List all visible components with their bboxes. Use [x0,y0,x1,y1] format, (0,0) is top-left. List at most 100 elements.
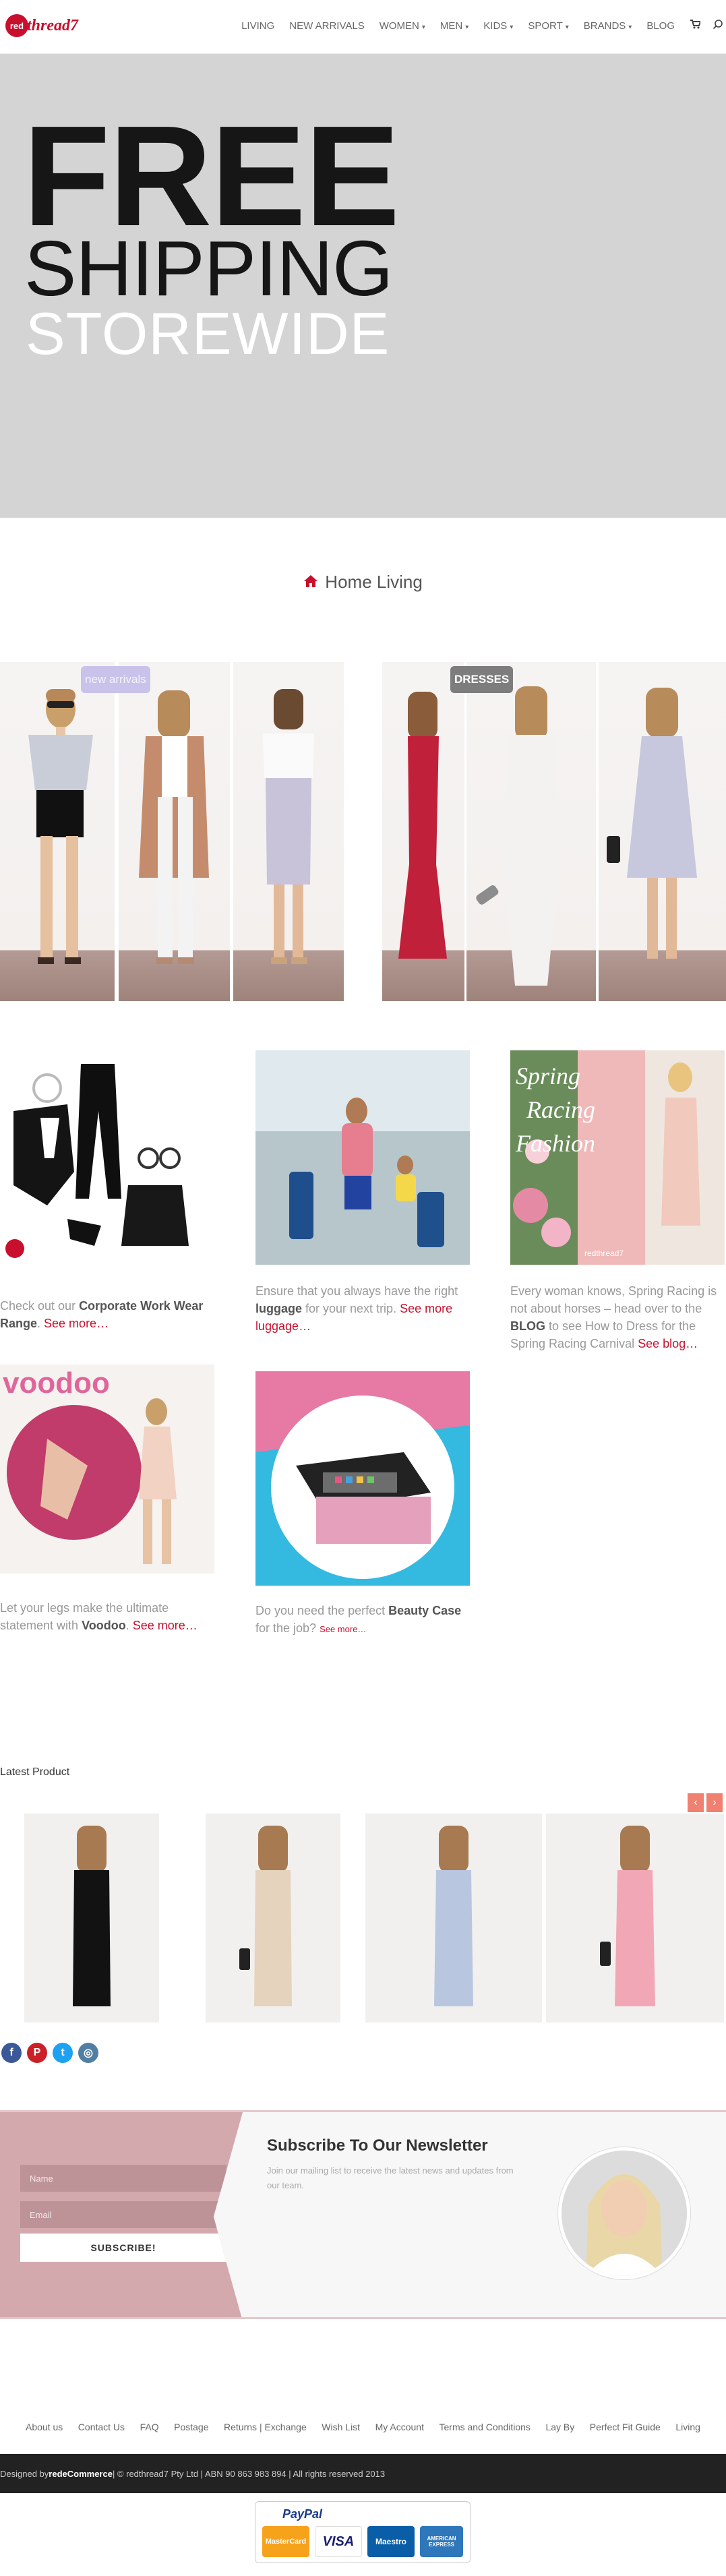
nav-label: WOMEN [379,20,419,32]
workwear-image[interactable] [0,1050,214,1265]
spring-racing-image[interactable]: Spring Racing Fashion redthread7 [510,1050,725,1265]
mastercard-logo: MasterCard [262,2526,309,2557]
free-shipping-banner[interactable]: FREE SHIPPING STOREWIDE [0,54,726,518]
carousel-prev-button[interactable]: ‹ [688,1793,704,1812]
email-field[interactable]: Email [20,2201,226,2228]
latest-product-title: Latest Product [0,1766,70,1778]
product-card[interactable] [365,1814,542,2023]
hero-line-free: FREE [23,96,400,256]
brand-logo[interactable]: red thread7 [5,12,78,39]
nav-label: LIVING [241,20,275,32]
cart-icon[interactable] [690,19,702,33]
footer-link-terms[interactable]: Terms and Conditions [440,2422,531,2432]
footer-link-living[interactable]: Living [675,2422,700,2432]
footer-link-postage[interactable]: Postage [174,2422,208,2432]
name-field[interactable]: Name [20,2165,226,2192]
footer-link-about[interactable]: About us [26,2422,63,2432]
luggage-illustration [255,1050,470,1265]
newsletter-section: Name Email SUBSCRIBE! Subscribe To Our N… [0,2110,726,2319]
newsletter-form-panel: Name Email SUBSCRIBE! [0,2112,243,2317]
nav-label: MEN [440,20,463,32]
footer-link-wishlist[interactable]: Wish List [322,2422,360,2432]
footer-link-returns[interactable]: Returns | Exchange [224,2422,307,2432]
product-card[interactable] [546,1814,724,2023]
voodoo-image[interactable]: voodoo [0,1365,214,1574]
paypal-logo: PayPal [282,2507,323,2521]
nav-item-brands[interactable]: BRANDS ▾ [584,20,632,32]
twitter-icon[interactable]: t [53,2043,73,2063]
model-figure [263,689,314,964]
avatar [558,2147,690,2279]
lookbook-photo[interactable] [0,662,115,1001]
beauty-case-image[interactable] [255,1371,470,1586]
new-arrivals-badge[interactable]: new arrivals [81,666,150,693]
spring-racing-illustration: Spring Racing Fashion redthread7 [510,1050,725,1265]
product-image [600,1826,655,2006]
lookbook-photo[interactable] [466,662,596,1001]
model-figure [398,692,447,959]
breadcrumb: Home Living [0,572,726,593]
payment-methods: PayPal MasterCard VISA Maestro AMERICAN … [255,2501,471,2563]
nav-item-sport[interactable]: SPORT ▾ [528,20,568,32]
dresses-badge[interactable]: DRESSES [450,666,514,693]
see-more-link[interactable]: See more… [133,1619,198,1632]
lookbook-photo[interactable] [119,662,230,1001]
lookbook-photo[interactable] [599,662,726,1001]
footer-links: About us Contact Us FAQ Postage Returns … [0,2422,726,2432]
lookbook-photo[interactable] [233,662,344,1001]
pinterest-icon[interactable]: P [27,2043,47,2063]
maestro-logo: Maestro [367,2526,415,2557]
nav-item-women[interactable]: WOMEN ▾ [380,20,425,32]
nav-label: SPORT [528,20,563,32]
svg-text:Spring: Spring [516,1062,580,1089]
product-image [239,1826,292,2006]
site-header: red thread7 LIVING NEW ARRIVALS WOMEN ▾ M… [0,0,726,54]
chevron-down-icon: ▾ [565,24,569,31]
home-icon[interactable] [303,574,322,591]
product-card[interactable] [206,1814,340,2023]
nav-item-kids[interactable]: KIDS ▾ [483,20,513,32]
see-more-link[interactable]: See more… [44,1317,109,1330]
subscribe-button[interactable]: SUBSCRIBE! [20,2234,226,2262]
svg-text:Fashion: Fashion [515,1130,595,1157]
footer-link-contact[interactable]: Contact Us [78,2422,125,2432]
model-figure [476,686,558,986]
copyright-text: | © redthread7 Pty Ltd | ABN 90 863 983 … [112,2468,386,2479]
model-figure [607,688,697,959]
blog-highlight: BLOG [510,1319,545,1333]
amex-logo: AMERICAN EXPRESS [420,2526,463,2557]
facebook-icon[interactable]: f [1,2043,22,2063]
newsletter-subtitle: Join our mailing list to receive the lat… [267,2165,514,2190]
blog-card-text: Check out our Corporate Work Wear Range.… [0,1299,204,1330]
nav-item-blog[interactable]: BLOG [646,20,675,32]
logo-wordmark: thread7 [27,16,79,34]
footer-link-fit-guide[interactable]: Perfect Fit Guide [590,2422,661,2432]
voodoo-illustration: voodoo [3,1367,177,1564]
luggage-image[interactable] [255,1050,470,1265]
product-image [434,1826,473,2006]
instagram-icon[interactable]: ◎ [78,2043,98,2063]
nav-label: KIDS [483,20,508,32]
hero-line-shipping: SHIPPING [24,224,393,312]
lookbook-photo[interactable] [382,662,464,1001]
carousel-next-button[interactable]: › [706,1793,723,1812]
nav-item-men[interactable]: MEN ▾ [440,20,468,32]
see-more-link[interactable]: See more… [320,1624,366,1634]
nav-item-new-arrivals[interactable]: NEW ARRIVALS [289,20,364,32]
nav-label: BRANDS [583,20,626,32]
see-more-link[interactable]: See blog… [638,1337,698,1350]
footer-link-account[interactable]: My Account [375,2422,424,2432]
footer-link-layby[interactable]: Lay By [545,2422,574,2432]
svg-text:voodoo: voodoo [3,1367,110,1400]
newsletter-title: Subscribe To Our Newsletter [267,2136,488,2155]
blog-card-text: Every woman knows, Spring Racing is not … [510,1284,717,1350]
product-card[interactable] [24,1814,159,2023]
beauty-case-illustration [255,1371,470,1579]
blog-card-text: Let your legs make the ultimate statemen… [0,1601,198,1632]
footer-link-faq[interactable]: FAQ [140,2422,159,2432]
designer-link[interactable]: redeCommerce [49,2469,113,2479]
search-icon[interactable] [713,19,723,33]
nav-item-living[interactable]: LIVING [241,20,274,32]
model-figure [28,689,93,964]
chevron-down-icon: ▾ [421,24,425,31]
